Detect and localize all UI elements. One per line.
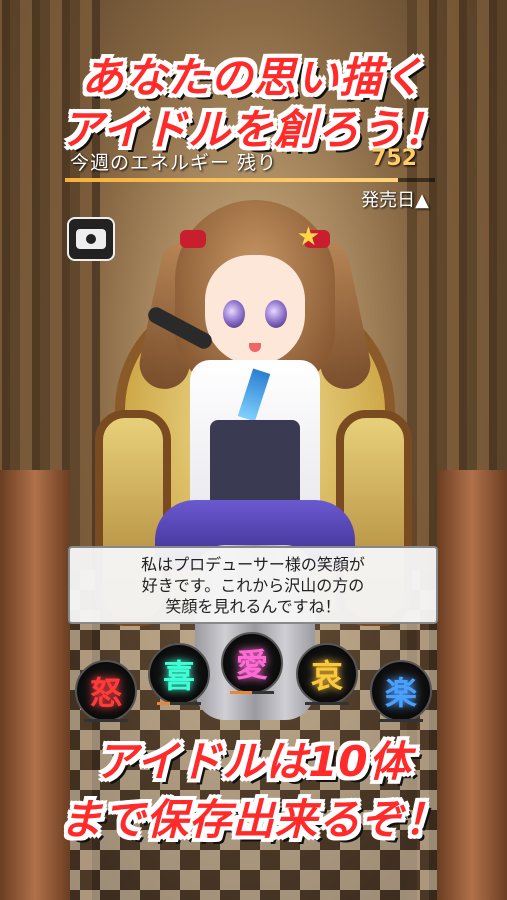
- emotion-button-fun[interactable]: 楽: [370, 660, 432, 722]
- emotion-button-love[interactable]: 愛: [221, 632, 283, 694]
- promo-headline-4: まで保存出来るぞ！: [59, 795, 447, 844]
- dialog-line: 私はプロデューサー様の笑顔が: [141, 555, 365, 574]
- dialog-line: 笑顔を見れるんですね！: [165, 597, 341, 616]
- emotion-button-sorrow[interactable]: 哀: [296, 643, 358, 705]
- emotion-glyph: 怒: [89, 674, 122, 712]
- eye-right: [265, 300, 287, 328]
- emotion-button-joy[interactable]: 喜: [148, 643, 210, 705]
- idol-outfit: [190, 360, 320, 520]
- emotion-glyph: 愛: [235, 646, 268, 684]
- sort-release-date-button[interactable]: 発売日▲: [361, 186, 429, 212]
- emotion-level-anger: [84, 719, 128, 722]
- energy-fill: [65, 178, 398, 182]
- energy-label: 今週のエネルギー 残り: [70, 152, 278, 174]
- mouth: [249, 343, 261, 352]
- dialog-line: 好きです。これから沢山の方の: [141, 576, 365, 595]
- vest: [210, 420, 300, 510]
- emotion-level-love: [230, 691, 274, 694]
- promo-headline-3: アイドルは10体: [95, 737, 412, 786]
- energy-value: 752: [371, 146, 417, 171]
- camera-lens: [84, 232, 98, 246]
- speech-dialog[interactable]: 私はプロデューサー様の笑顔が 好きです。これから沢山の方の 笑顔を見れるんですね…: [68, 546, 438, 624]
- star-hairclip-icon: ★: [296, 222, 320, 252]
- tie: [237, 368, 271, 422]
- camera-button[interactable]: [67, 217, 115, 261]
- emotion-level-sorrow: [305, 702, 349, 705]
- hair-bow-left: [180, 230, 206, 248]
- emotion-level-fun: [379, 719, 423, 722]
- energy-meter: 今週のエネルギー 残り 752: [65, 146, 435, 186]
- emotion-button-anger[interactable]: 怒: [75, 660, 137, 722]
- emotion-glyph: 哀: [310, 657, 343, 695]
- emotion-glyph: 喜: [162, 657, 195, 695]
- eye-left: [223, 300, 245, 328]
- emotion-glyph: 楽: [384, 674, 417, 712]
- face: [205, 255, 305, 365]
- emotion-level-joy: [157, 702, 201, 705]
- camera-icon: [76, 229, 106, 249]
- energy-track: [65, 178, 435, 182]
